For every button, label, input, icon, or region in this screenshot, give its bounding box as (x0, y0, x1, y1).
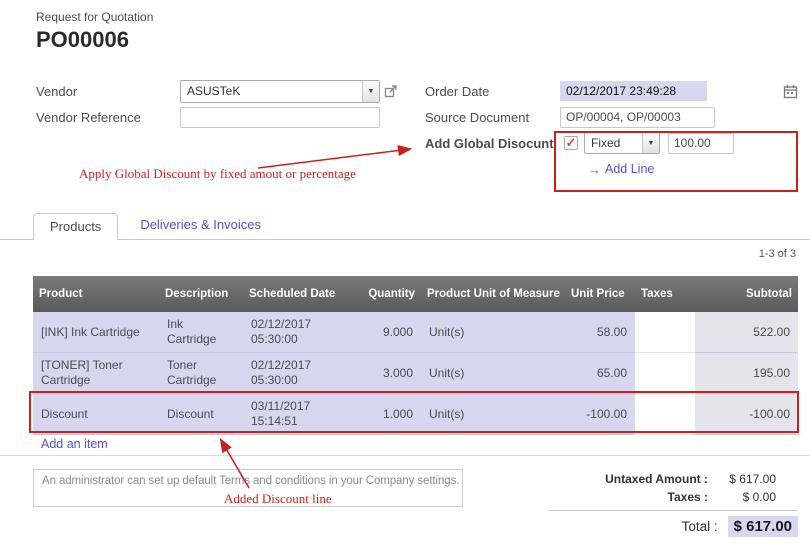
cell-uom[interactable]: Unit(s) (421, 312, 565, 353)
cell-scheduled-date[interactable]: 02/12/2017 05:30:00 (243, 353, 345, 394)
cell-description[interactable]: Toner Cartridge (159, 353, 243, 394)
rfq-form-page: Request for Quotation PO00006 Vendor ASU… (0, 0, 810, 546)
total-row: Total : $ 617.00 (548, 514, 798, 539)
page-header: Request for Quotation PO00006 (36, 10, 153, 53)
header-unit-price[interactable]: Unit Price (565, 276, 635, 312)
global-discount-label: Add Global Disocunt (425, 136, 560, 151)
untaxed-row: Untaxed Amount : $ 617.00 (548, 470, 798, 488)
notebook-tabs: Products Deliveries & Invoices (0, 212, 810, 240)
cell-uom[interactable]: Unit(s) (421, 353, 565, 394)
order-lines-table: Product Description Scheduled Date Quant… (33, 276, 798, 435)
order-date-field[interactable]: 02/12/2017 23:49:28 (560, 81, 707, 101)
header-uom[interactable]: Product Unit of Measure (421, 276, 565, 312)
header-subtotal[interactable]: Subtotal (695, 276, 798, 312)
cell-quantity[interactable]: 1.000 (345, 394, 421, 435)
annotation-note-discount-line: Added Discount line (224, 491, 332, 507)
cell-taxes[interactable] (635, 312, 695, 353)
total-value: $ 617.00 (728, 516, 798, 537)
header-product[interactable]: Product (33, 276, 159, 312)
cell-quantity[interactable]: 3.000 (345, 353, 421, 394)
cell-unit-price[interactable]: 58.00 (565, 312, 635, 353)
add-item-row: Add an item (33, 432, 798, 455)
cell-subtotal[interactable]: -100.00 (695, 394, 798, 435)
breadcrumb: Request for Quotation (36, 10, 153, 24)
cell-product[interactable]: [TONER] Toner Cartridge (33, 353, 159, 394)
global-discount-row: Add Global Disocunt ✓ Fixed ▼ (425, 131, 798, 155)
cell-taxes[interactable] (635, 353, 695, 394)
vendor-select-value: ASUSTeK (181, 84, 362, 98)
vendor-reference-row: Vendor Reference (36, 105, 418, 129)
cell-description[interactable]: Discount (159, 394, 243, 435)
annotation-note-global-discount: Apply Global Discount by fixed amout or … (79, 166, 356, 182)
order-date-row: Order Date 02/12/2017 23:49:28 (425, 79, 798, 103)
tab-products[interactable]: Products (33, 213, 118, 240)
cell-taxes[interactable] (635, 394, 695, 435)
untaxed-label: Untaxed Amount : (605, 472, 708, 486)
vendor-select[interactable]: ASUSTeK ▼ (180, 80, 380, 103)
vendor-reference-input[interactable] (180, 107, 380, 128)
chevron-down-icon: ▼ (642, 133, 659, 153)
table-row[interactable]: [INK] Ink Cartridge Ink Cartridge 02/12/… (33, 312, 798, 353)
pager-counter: 1-3 of 3 (759, 248, 796, 260)
form-left-column: Vendor ASUSTeK ▼ Vendor Reference (36, 79, 418, 131)
list-bottom-divider (0, 455, 810, 456)
header-quantity[interactable]: Quantity (345, 276, 421, 312)
cell-subtotal[interactable]: 522.00 (695, 312, 798, 353)
order-date-label: Order Date (425, 84, 560, 99)
taxes-label: Taxes : (668, 490, 708, 504)
header-taxes[interactable]: Taxes (635, 276, 695, 312)
check-icon: ✓ (566, 136, 577, 149)
cell-product[interactable]: [INK] Ink Cartridge (33, 312, 159, 353)
chevron-down-icon: ▼ (362, 81, 379, 102)
table-row-discount[interactable]: Discount Discount 03/11/2017 15:14:51 1.… (33, 394, 798, 435)
source-document-label: Source Document (425, 110, 560, 125)
taxes-value: $ 0.00 (718, 490, 798, 504)
page-title: PO00006 (36, 27, 153, 53)
total-label: Total : (682, 519, 718, 534)
cell-product[interactable]: Discount (33, 394, 159, 435)
totals-block: Untaxed Amount : $ 617.00 Taxes : $ 0.00… (548, 470, 798, 539)
external-link-icon[interactable] (384, 84, 398, 98)
total-separator (548, 510, 798, 511)
table-header-row: Product Description Scheduled Date Quant… (33, 276, 798, 312)
cell-unit-price[interactable]: 65.00 (565, 353, 635, 394)
cell-scheduled-date[interactable]: 02/12/2017 05:30:00 (243, 312, 345, 353)
cell-subtotal[interactable]: 195.00 (695, 353, 798, 394)
source-document-input[interactable] (560, 107, 715, 128)
taxes-row: Taxes : $ 0.00 (548, 488, 798, 506)
calendar-icon[interactable] (783, 84, 798, 99)
header-description[interactable]: Description (159, 276, 243, 312)
discount-type-select[interactable]: Fixed ▼ (584, 132, 660, 154)
cell-description[interactable]: Ink Cartridge (159, 312, 243, 353)
arrow-right-icon: → (588, 162, 601, 177)
cell-unit-price[interactable]: -100.00 (565, 394, 635, 435)
vendor-row: Vendor ASUSTeK ▼ (36, 79, 418, 103)
vendor-label: Vendor (36, 84, 180, 99)
table-row[interactable]: [TONER] Toner Cartridge Toner Cartridge … (33, 353, 798, 394)
tab-deliveries-invoices[interactable]: Deliveries & Invoices (124, 212, 277, 239)
source-document-row: Source Document (425, 105, 798, 129)
cell-uom[interactable]: Unit(s) (421, 394, 565, 435)
add-an-item-link[interactable]: Add an item (41, 437, 108, 451)
cell-scheduled-date[interactable]: 03/11/2017 15:14:51 (243, 394, 345, 435)
add-line-row: → Add Line (588, 157, 798, 181)
untaxed-value: $ 617.00 (718, 472, 798, 486)
header-scheduled-date[interactable]: Scheduled Date (243, 276, 345, 312)
form-right-column: Order Date 02/12/2017 23:49:28 Source Do… (425, 79, 798, 183)
discount-amount-input[interactable] (668, 133, 734, 154)
discount-type-value: Fixed (585, 136, 642, 150)
add-line-link[interactable]: Add Line (605, 162, 654, 176)
global-discount-checkbox[interactable]: ✓ (564, 136, 578, 150)
cell-quantity[interactable]: 9.000 (345, 312, 421, 353)
vendor-reference-label: Vendor Reference (36, 110, 180, 125)
